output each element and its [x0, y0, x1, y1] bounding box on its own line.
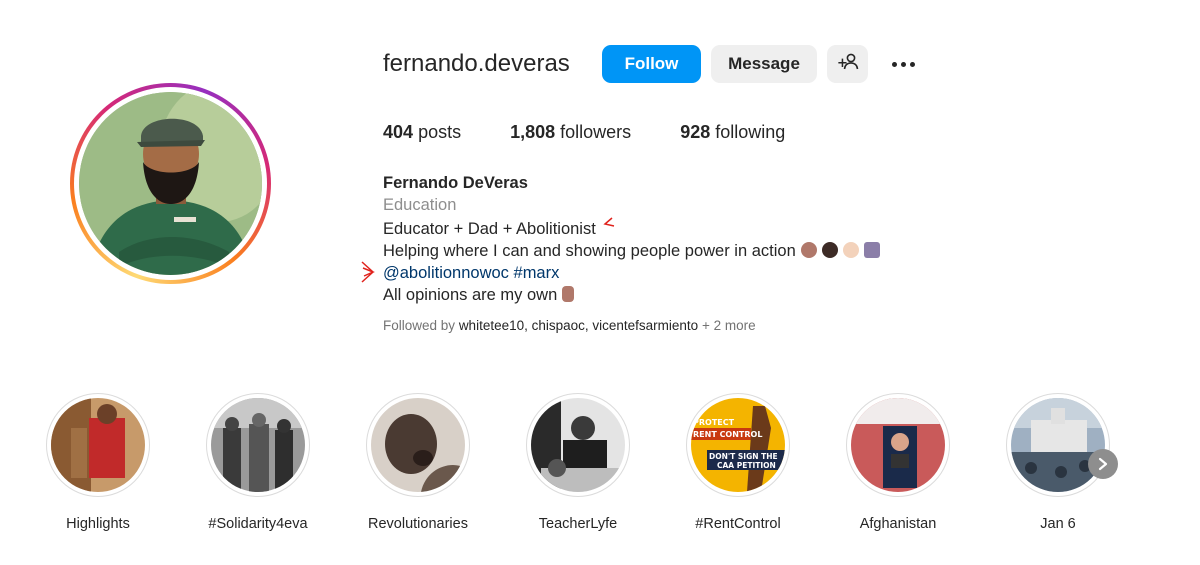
bio-line-2: Helping where I can and showing people p…	[383, 240, 880, 262]
followers-stat[interactable]: 1,808 followers	[510, 122, 631, 143]
raised-fist-dark-icon	[821, 242, 838, 258]
following-label: following	[715, 122, 786, 142]
highlight-ring	[846, 393, 950, 497]
highlight-cover	[851, 398, 945, 492]
camera-icon	[863, 242, 880, 258]
highlight-item[interactable]: Revolutionaries	[338, 393, 498, 532]
raised-fist-light-icon	[842, 242, 859, 258]
story-highlights: Highlights #Solidarity4eva Revolutionari…	[46, 393, 1127, 533]
followed-by[interactable]: Followed by whitetee10, chispaoc, vicent…	[383, 318, 756, 333]
highlight-ring	[206, 393, 310, 497]
posts-stat[interactable]: 404 posts	[383, 122, 461, 143]
highlight-ring: PROTECT RENT CONTROL DON'T SIGN THE CAA …	[686, 393, 790, 497]
highlight-cover	[1011, 398, 1105, 492]
avatar-gap	[74, 87, 267, 280]
annotation-mark	[603, 217, 615, 227]
message-button[interactable]: Message	[711, 45, 817, 83]
highlight-ring	[1006, 393, 1110, 497]
highlight-label: Revolutionaries	[368, 516, 468, 532]
profile-category: Education	[383, 196, 457, 214]
hashtag-link[interactable]: #marx	[514, 264, 560, 282]
follow-button[interactable]: Follow	[602, 45, 701, 83]
followed-by-more[interactable]: + 2 more	[702, 318, 756, 333]
highlight-item[interactable]: Afghanistan	[818, 393, 978, 532]
bio-line-1: Educator + Dad + Abolitionist	[383, 216, 880, 240]
followed-by-names[interactable]: whitetee10, chispaoc, vicentefsarmiento	[459, 318, 698, 333]
highlight-item[interactable]: TeacherLyfe	[498, 393, 658, 532]
highlight-cover	[51, 398, 145, 492]
highlight-cover	[211, 398, 305, 492]
profile-bio: Fernando DeVeras Education Educator + Da…	[361, 172, 880, 306]
profile-stats: 404 posts 1,808 followers 928 following	[383, 122, 834, 143]
rent-control-text-1: PROTECT	[693, 418, 735, 427]
followed-by-prefix: Followed by	[383, 318, 456, 333]
mention-link[interactable]: @abolitionnowoc	[383, 264, 509, 282]
highlight-item[interactable]: PROTECT RENT CONTROL DON'T SIGN THE CAA …	[658, 393, 818, 532]
highlight-ring	[526, 393, 630, 497]
highlight-label: Jan 6	[1040, 516, 1076, 532]
followers-count: 1,808	[510, 122, 556, 142]
bio-line-3: @abolitionnowoc #marx	[361, 261, 880, 284]
highlight-label: #Solidarity4eva	[208, 516, 308, 532]
avatar[interactable]	[79, 92, 262, 275]
highlight-item[interactable]: Highlights	[18, 393, 178, 532]
middle-finger-icon	[562, 286, 575, 302]
add-user-icon: +	[837, 52, 859, 77]
add-user-plus: +	[837, 56, 848, 71]
posts-label: posts	[418, 122, 462, 142]
rent-control-text-4: CAA PETITION	[717, 461, 776, 470]
following-stat[interactable]: 928 following	[680, 122, 785, 143]
highlight-label: Afghanistan	[859, 516, 937, 532]
posts-count: 404	[383, 122, 414, 142]
profile-username: fernando.deveras	[383, 50, 570, 77]
chevron-right-icon[interactable]	[1088, 449, 1118, 479]
raised-fist-medium-icon	[800, 242, 817, 258]
suggested-users-button[interactable]: +	[827, 45, 868, 83]
highlight-label: TeacherLyfe	[538, 516, 618, 532]
profile-avatar-ring[interactable]	[70, 83, 271, 284]
highlight-cover	[531, 398, 625, 492]
rent-control-text-3: DON'T SIGN THE	[709, 452, 778, 461]
bio-line-4: All opinions are my own	[383, 284, 880, 306]
followers-label: followers	[560, 122, 632, 142]
profile-full-name: Fernando DeVeras	[383, 174, 528, 192]
highlight-cover: PROTECT RENT CONTROL DON'T SIGN THE CAA …	[691, 398, 785, 492]
annotation-arrow	[361, 261, 375, 283]
highlight-ring	[46, 393, 150, 497]
highlight-label: #RentControl	[695, 516, 781, 532]
more-options-icon[interactable]	[886, 52, 920, 76]
highlight-item[interactable]: #Solidarity4eva	[178, 393, 338, 532]
following-count: 928	[680, 122, 711, 142]
rent-control-text-2: RENT CONTROL	[693, 430, 762, 439]
highlight-ring	[366, 393, 470, 497]
highlight-label: Highlights	[66, 516, 130, 532]
highlight-cover	[371, 398, 465, 492]
